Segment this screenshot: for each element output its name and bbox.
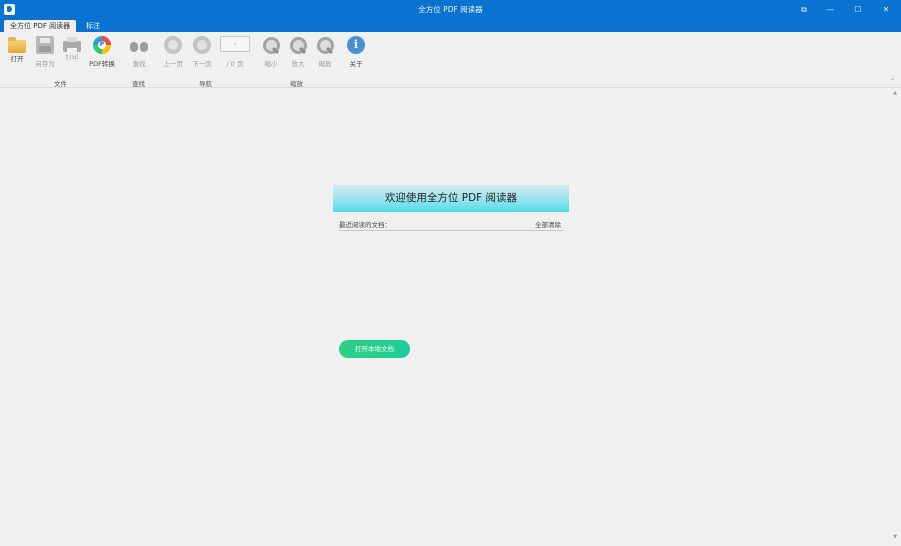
open-local-document-button[interactable]: 打开本地文档 — [339, 340, 410, 358]
zoom-in-icon — [289, 36, 307, 54]
minimize-button[interactable]: — — [815, 0, 845, 19]
printer-icon — [63, 37, 81, 55]
zoom-out-button[interactable]: 缩小 — [257, 36, 285, 68]
pdf-convert-label: PDF转换 — [89, 60, 115, 68]
find-button[interactable]: 查找 — [125, 36, 153, 68]
group-label-zoom: 缩放 — [290, 80, 303, 88]
zoom-in-button[interactable]: 放大 — [284, 36, 312, 68]
welcome-banner: 欢迎使用全方位 PDF 阅读器 — [333, 185, 569, 212]
close-button[interactable]: ✕ — [871, 0, 901, 19]
group-label-navigate: 导航 — [199, 80, 212, 88]
title-bar: 全方位 PDF 阅读器 ⧉ — ☐ ✕ — [0, 0, 901, 19]
tab-bar: 全方位 PDF 阅读器 标注 — [0, 19, 901, 32]
ribbon-toolbar: 打开 另存为 打印 PDF转换 查找 上一页 下一页 ‹ / 0 页 缩小 放大… — [0, 32, 901, 88]
prev-page-button[interactable]: 上一页 — [159, 36, 187, 68]
print-button[interactable]: 打印 — [58, 36, 86, 68]
scroll-up-icon[interactable]: ▲ — [893, 90, 897, 96]
open-label: 打开 — [10, 55, 24, 63]
save-icon — [36, 36, 54, 54]
zoom-in-label: 放大 — [291, 60, 305, 68]
page-count-label: / 0 页 — [226, 60, 244, 68]
open-button[interactable]: 打开 — [3, 36, 31, 68]
binoculars-icon — [130, 36, 148, 54]
zoom-out-label: 缩小 — [264, 60, 278, 68]
about-button[interactable]: i 关于 — [342, 36, 370, 68]
next-page-label: 下一页 — [192, 60, 212, 68]
save-as-label: 另存为 — [35, 60, 55, 68]
prev-page-label: 上一页 — [163, 60, 183, 68]
scroll-down-icon[interactable]: ▼ — [893, 534, 897, 540]
prev-page-icon — [164, 36, 182, 54]
page-number-input[interactable]: ‹ — [220, 36, 250, 52]
tab-annotate[interactable]: 标注 — [80, 20, 106, 32]
tab-reader[interactable]: 全方位 PDF 阅读器 — [4, 20, 77, 32]
group-label-file: 文件 — [54, 80, 67, 88]
zoom-icon — [316, 36, 334, 54]
next-page-button[interactable]: 下一页 — [188, 36, 216, 68]
pdf-convert-icon — [93, 36, 111, 54]
zoom-out-icon — [262, 36, 280, 54]
window-title: 全方位 PDF 阅读器 — [418, 5, 483, 14]
document-area: ▲ 欢迎使用全方位 PDF 阅读器 最近阅读的文档： 全部清除 打开本地文档 ▼ — [0, 89, 901, 546]
next-page-icon — [193, 36, 211, 54]
clear-all-link[interactable]: 全部清除 — [535, 219, 561, 229]
group-label-find: 查找 — [132, 80, 145, 88]
ribbon-collapse-icon[interactable]: ⌃ — [890, 78, 895, 85]
maximize-button[interactable]: ☐ — [843, 0, 873, 19]
zoom-dropdown-button[interactable]: 缩放 — [311, 36, 339, 68]
find-label: 查找 — [132, 60, 146, 68]
recent-divider — [339, 230, 564, 231]
zoom-label: 缩放 — [318, 60, 332, 68]
about-label: 关于 — [349, 60, 363, 68]
recent-documents-label: 最近阅读的文档： — [339, 221, 391, 229]
info-icon: i — [347, 36, 365, 54]
pdf-convert-button[interactable]: PDF转换 — [88, 36, 116, 68]
folder-open-icon — [8, 37, 26, 53]
save-as-button[interactable]: 另存为 — [31, 36, 59, 68]
